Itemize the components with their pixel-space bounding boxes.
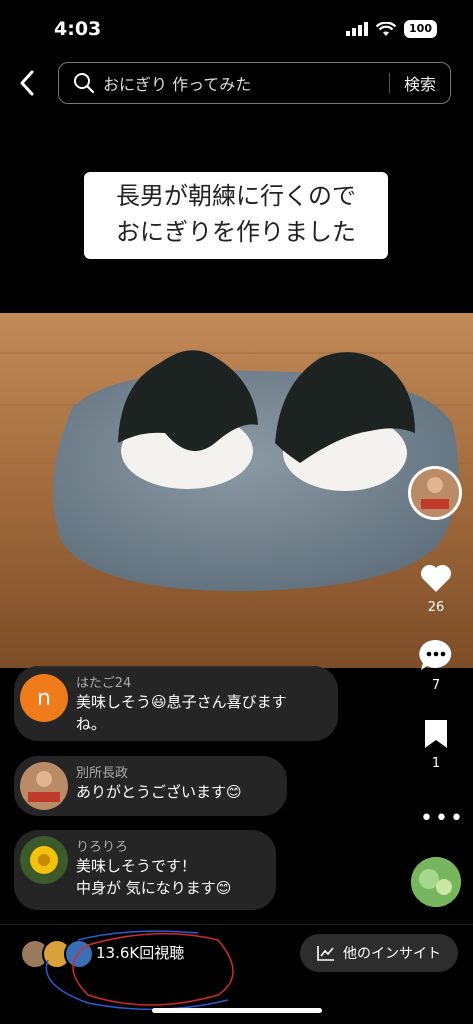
home-indicator: [152, 1008, 322, 1013]
comment-text-line-2: ね。: [76, 715, 107, 733]
search-button[interactable]: 検索: [390, 71, 450, 95]
wifi-icon: [376, 21, 397, 36]
video-frame[interactable]: [0, 313, 473, 668]
creator-avatar[interactable]: [408, 466, 462, 520]
comment-button[interactable]: 7: [410, 638, 462, 693]
avatar-letter: n: [37, 685, 51, 711]
comment-count: 7: [431, 678, 441, 693]
save-count: 1: [431, 756, 441, 771]
scribble-annotation: [45, 930, 234, 1011]
caption-line-1: 長男が朝練に行くので: [116, 182, 356, 210]
commenter-avatar: [20, 762, 68, 810]
search-icon: [74, 73, 95, 94]
insights-label: 他のインサイト: [343, 946, 441, 962]
onigiri-photo: [0, 313, 473, 668]
comment-text-line-1: 美味しそう😃息子さん喜びます: [76, 693, 287, 711]
video-caption-card: 長男が朝練に行くので おにぎりを作りました: [84, 172, 388, 259]
more-options-icon[interactable]: •••: [420, 806, 465, 831]
insights-button[interactable]: 他のインサイト: [300, 934, 458, 972]
comment-bubble-icon: [419, 639, 452, 670]
commenter-name: 別所長政: [76, 766, 129, 781]
signal-icon: [346, 22, 369, 36]
commenter-avatar: [20, 836, 68, 884]
save-button[interactable]: 1: [410, 718, 462, 771]
chart-line-icon: [317, 946, 334, 961]
commenter-name: はたご24: [76, 676, 132, 691]
status-icons: 100: [346, 20, 437, 38]
comment-item[interactable]: 別所長政 ありがとうございます😊: [14, 756, 287, 816]
flower-avatar-image: [20, 836, 68, 884]
sound-disc[interactable]: [411, 857, 461, 907]
comment-item[interactable]: n はたご24 美味しそう😃息子さん喜びます ね。: [14, 666, 338, 741]
commenter-avatar: n: [20, 674, 68, 722]
like-count: 26: [427, 600, 445, 615]
comment-text-line-1: ありがとうございます😊: [76, 783, 242, 801]
commenter-name: りろりろ: [76, 840, 129, 855]
comment-item[interactable]: りろりろ 美味しそうです！ 中身が 気になります😊: [14, 830, 276, 910]
back-arrow-icon[interactable]: [14, 66, 42, 100]
bookmark-icon: [425, 720, 447, 748]
sound-disc-image: [411, 857, 461, 907]
creator-avatar-image: [411, 469, 459, 517]
caption-line-2: おにぎりを作りました: [116, 218, 356, 246]
comment-text-line-2: 中身が 気になります😊: [76, 879, 232, 897]
like-button[interactable]: 26: [410, 562, 462, 615]
search-bar[interactable]: おにぎり 作ってみた 検索: [58, 62, 451, 104]
status-time: 4:03: [54, 18, 102, 40]
comment-text-line-1: 美味しそうです！: [76, 857, 197, 875]
commenter-avatar-image: [20, 762, 68, 810]
battery-icon: 100: [404, 20, 437, 38]
heart-icon: [420, 564, 452, 592]
search-input[interactable]: おにぎり 作ってみた: [103, 71, 389, 95]
